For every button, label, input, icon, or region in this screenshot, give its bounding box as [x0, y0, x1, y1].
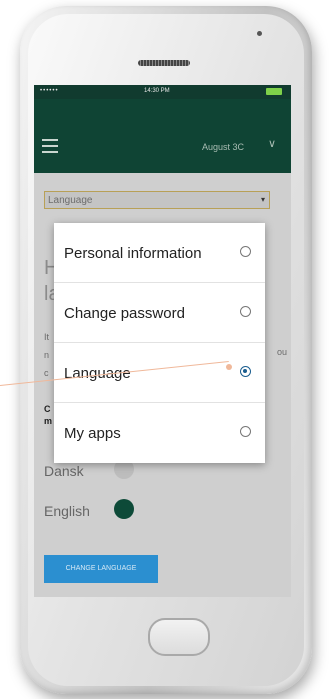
app-bar: August 3C ∨ — [34, 99, 291, 173]
change-language-button[interactable]: CHANGE LANGUAGE — [44, 555, 158, 583]
status-time: 14:30 PM — [144, 88, 170, 94]
language-option-label: English — [44, 503, 90, 519]
radio-icon[interactable] — [240, 246, 251, 257]
menu-item-language[interactable]: Language — [54, 343, 265, 403]
menu-item-label: Change password — [64, 305, 185, 322]
home-button[interactable] — [148, 618, 210, 656]
menu-item-label: Personal information — [64, 245, 202, 262]
menu-item-personal-information[interactable]: Personal information — [54, 223, 265, 283]
current-language-label: C m — [44, 403, 52, 427]
signal-indicator: •••••• — [40, 88, 59, 94]
description-line: n — [44, 350, 50, 360]
current-language-line: C — [44, 404, 51, 414]
radio-checked-icon[interactable] — [240, 366, 251, 377]
language-option-english[interactable]: English — [44, 499, 134, 519]
menu-item-label: My apps — [64, 425, 121, 442]
menu-icon[interactable] — [42, 139, 58, 157]
radio-button-selected[interactable] — [114, 499, 134, 519]
language-option-label: Dansk — [44, 463, 84, 479]
front-camera — [257, 31, 262, 36]
screen: •••••• 14:30 PM August 3C ∨ Language ▾ H… — [34, 85, 291, 597]
status-bar: •••••• 14:30 PM — [34, 85, 291, 99]
app-bar-date: August 3C — [202, 142, 245, 152]
menu-item-my-apps[interactable]: My apps — [54, 403, 265, 463]
section-dropdown[interactable]: Language ▾ — [44, 191, 270, 209]
language-option-dansk[interactable]: Dansk — [44, 459, 134, 479]
current-language-line: m — [44, 416, 53, 426]
description-fragment: ou — [277, 347, 288, 357]
battery-icon — [266, 88, 282, 95]
callout-dot — [226, 364, 232, 370]
navigation-menu: Personal information Change password Lan… — [54, 223, 265, 463]
radio-icon[interactable] — [240, 306, 251, 317]
menu-item-label: Language — [64, 365, 131, 382]
description-line: It — [44, 332, 50, 342]
caret-down-icon: ▾ — [260, 195, 265, 204]
menu-item-change-password[interactable]: Change password — [54, 283, 265, 343]
chevron-down-icon[interactable]: ∨ — [268, 137, 276, 150]
description-text: It n c — [44, 328, 49, 382]
radio-icon[interactable] — [240, 426, 251, 437]
earpiece-speaker — [138, 60, 190, 66]
dropdown-label: Language — [48, 195, 93, 206]
